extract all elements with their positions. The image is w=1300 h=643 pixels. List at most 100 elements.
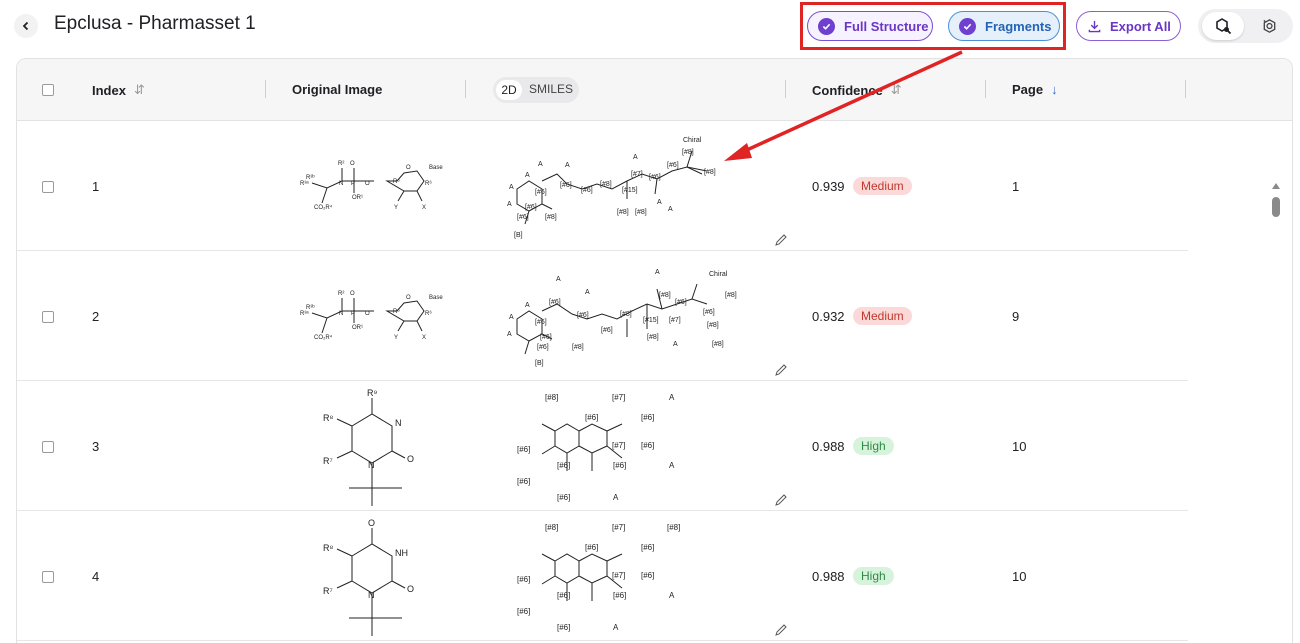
column-index[interactable]: Index ⇵ [92,82,145,98]
svg-text:X: X [422,205,426,211]
svg-text:O: O [406,165,411,171]
view-2d-option[interactable]: 2D [496,80,522,100]
svg-text:[#6]: [#6] [641,571,654,580]
svg-text:[#6]: [#6] [560,182,572,189]
svg-text:Chiral: Chiral [683,137,702,144]
svg-text:[#8]: [#8] [620,311,632,318]
column-divider[interactable] [785,80,786,98]
svg-text:R⁶: R⁶ [425,310,432,317]
structure-view-switch[interactable]: 2D SMILES [493,77,579,103]
chevron-left-icon [22,21,29,31]
svg-text:OR¹: OR¹ [352,195,363,201]
svg-text:[#6]: [#6] [517,607,530,616]
vertical-scrollbar[interactable] [1269,179,1283,643]
svg-text:[#6]: [#6] [641,413,654,422]
svg-text:[#8]: [#8] [545,214,557,221]
svg-text:[#8]: [#8] [600,181,612,188]
pencil-icon[interactable] [774,233,788,247]
svg-text:R⁸: R⁸ [323,413,333,423]
row-checkbox[interactable] [42,441,54,453]
svg-text:[#8]: [#8] [545,523,558,532]
back-button[interactable] [14,14,38,38]
svg-text:N: N [368,460,375,470]
svg-text:[#7]: [#7] [669,317,681,324]
svg-text:[#6]: [#6] [613,461,626,470]
sort-descending-icon[interactable]: ↓ [1051,82,1058,97]
export-all-button[interactable]: Export All [1076,11,1181,41]
pencil-icon[interactable] [774,623,788,637]
confidence-value: 0.939 [812,179,845,194]
svg-text:Chiral: Chiral [709,271,728,278]
svg-text:A: A [613,493,619,502]
svg-text:[#8]: [#8] [647,334,659,341]
svg-text:Y: Y [394,205,398,211]
select-all-checkbox[interactable] [42,84,54,96]
table-row[interactable]: 4 O R⁸ R⁷ NH ON [#8] [#6] [#7] [#8] [#6] [#6] [#… [17,511,1188,641]
svg-text:CO₂R⁴: CO₂R⁴ [314,334,333,341]
svg-text:A: A [669,591,675,600]
svg-text:A: A [613,623,619,632]
original-structure-image: R³ᵇR³ᵃ R² N O P O OR¹ CO₂R⁴ R⁵ O Base R⁶ Y X [300,161,443,211]
fragment-structure-2d: Chiral[#8][#8] AAAA [#6][#6][#6] [#8] [#6… [507,137,716,239]
svg-text:[#6]: [#6] [585,543,598,552]
confidence-badge: High [853,567,894,585]
scroll-up-arrow[interactable] [1272,183,1280,189]
row-checkbox[interactable] [42,311,54,323]
top-bar: Epclusa - Pharmasset 1 Full Structure Fr… [0,0,1300,52]
svg-text:R²: R² [338,161,344,167]
column-confidence[interactable]: Confidence ⇵ [812,82,902,98]
svg-text:[#7]: [#7] [612,523,625,532]
scroll-thumb[interactable] [1272,197,1280,217]
svg-text:A: A [655,269,660,276]
column-divider[interactable] [465,80,466,98]
column-divider[interactable] [1185,80,1186,98]
svg-text:R³ᵇ: R³ᵇ [306,174,315,181]
table-row[interactable]: 1 R³ᵇ R³ᵃ R² N O P O OR¹ CO₂R⁴ R⁵ O Base R⁶ Y X [17,121,1188,251]
original-structure-image: R³ᵇR³ᵃ R² N O P O OR¹ CO₂R⁴ R⁵ O Base R⁶ Y X [300,291,443,341]
view-mode-toggle[interactable] [1198,9,1293,43]
svg-text:[#6]: [#6] [577,312,589,319]
export-all-label: Export All [1110,18,1171,34]
pencil-icon[interactable] [774,493,788,507]
svg-text:Base: Base [429,165,443,171]
column-page[interactable]: Page ↓ [1012,82,1058,97]
page-title: Epclusa - Pharmasset 1 [54,13,256,34]
svg-text:[#8]: [#8] [572,344,584,351]
svg-text:[#6]: [#6] [667,162,679,169]
row-index: 4 [92,569,100,584]
svg-text:R²: R² [338,291,344,297]
svg-text:[#6]: [#6] [517,575,530,584]
svg-text:A: A [509,314,514,321]
svg-text:[#8]: [#8] [704,169,716,176]
confidence-badge: Medium [853,307,912,325]
svg-text:R⁷: R⁷ [323,456,333,466]
page-number: 10 [1012,569,1027,584]
pencil-icon[interactable] [774,363,788,377]
sort-icon[interactable]: ⇵ [134,82,145,98]
column-divider[interactable] [985,80,986,98]
confidence-badge: Medium [853,177,912,195]
svg-text:[#8]: [#8] [707,322,719,329]
row-index: 3 [92,439,100,454]
table-row[interactable]: 2 R³ᵇ R³ᵃ R² N O P O OR¹ CO₂R⁴ R⁵ O Base R⁶ Y X [17,251,1188,381]
svg-text:Base: Base [429,295,443,301]
svg-text:O: O [350,161,355,167]
row-index: 1 [92,179,100,194]
svg-text:R⁵: R⁵ [393,308,400,315]
download-icon [1088,20,1101,32]
svg-text:[#6]: [#6] [549,299,561,306]
column-divider[interactable] [265,80,266,98]
view-smiles-option[interactable]: SMILES [529,82,573,96]
table-row[interactable]: 3 R⁹ R⁸ R⁷ N ON [#8] [#6] [#7] A [#6] [#6] [#7][… [17,381,1188,511]
svg-text:A: A [556,276,561,283]
svg-text:[#7]: [#7] [612,571,625,580]
view-mode-option-inactive[interactable] [1254,12,1284,40]
sort-icon[interactable]: ⇵ [891,82,902,98]
row-checkbox[interactable] [42,571,54,583]
row-checkbox[interactable] [42,181,54,193]
svg-text:O: O [407,454,414,464]
svg-text:R⁶: R⁶ [425,180,432,187]
svg-text:P: P [351,181,355,187]
svg-text:NH: NH [395,548,408,558]
view-mode-option-active[interactable] [1202,12,1244,40]
